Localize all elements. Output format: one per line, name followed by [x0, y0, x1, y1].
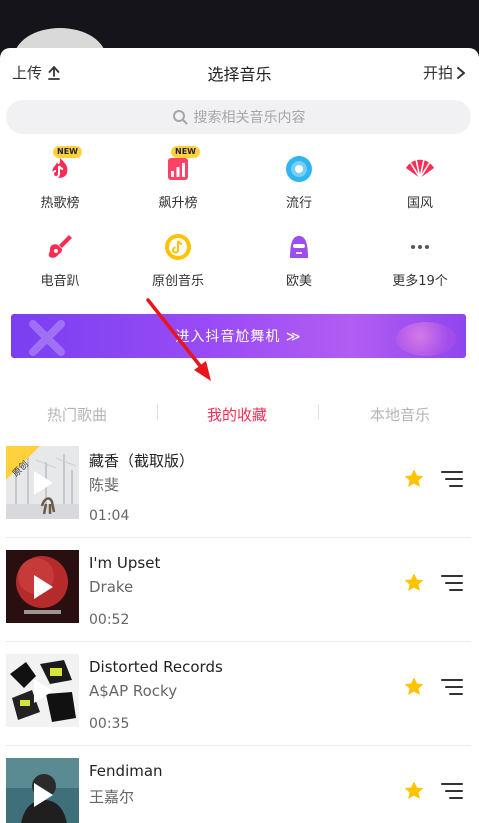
- category-western[interactable]: 欧美: [239, 222, 359, 294]
- tab-my-favorites[interactable]: 我的收藏: [162, 404, 312, 425]
- category-label: 流行: [285, 196, 312, 211]
- search-placeholder: 搜索相关音乐内容: [193, 110, 306, 126]
- rising-chart-icon: [168, 158, 188, 180]
- hot-chart-icon: [52, 158, 68, 178]
- electric-guitar-icon: [48, 235, 72, 258]
- song-row[interactable]: 原创 藏香（截取版） 陈斐 01:04: [0, 434, 479, 538]
- song-menu-icon[interactable]: [441, 574, 463, 592]
- song-menu-icon[interactable]: [441, 782, 463, 800]
- music-picker-sheet: 上传 选择音乐 开拍 搜索相关音乐内容 NEW 热歌榜 NEW 飙升榜 流行 国…: [0, 48, 479, 823]
- song-menu-icon[interactable]: [441, 678, 463, 696]
- western-singer-icon: [290, 236, 308, 258]
- favorite-star-icon[interactable]: [403, 676, 425, 698]
- original-music-icon: [165, 234, 191, 260]
- search-icon: [172, 110, 187, 125]
- song-artist: A$AP Rocky: [89, 682, 178, 700]
- category-label: 热歌榜: [40, 196, 80, 211]
- shoot-button[interactable]: 开拍: [423, 62, 467, 83]
- shoot-label: 开拍: [422, 64, 453, 82]
- category-label: 更多19个: [392, 274, 448, 289]
- tab-divider: [318, 404, 319, 420]
- dance-machine-banner[interactable]: 进入抖音尬舞机 ≫: [11, 314, 466, 358]
- favorite-star-icon[interactable]: [403, 780, 425, 802]
- category-grid: NEW 热歌榜 NEW 飙升榜 流行 国风 电音趴 原创音乐 欧美 更多19个: [0, 144, 479, 304]
- song-title: I'm Upset: [89, 554, 161, 572]
- category-pop[interactable]: 流行: [239, 144, 359, 216]
- new-badge: NEW: [53, 146, 82, 158]
- chinese-style-fan-icon: [406, 158, 434, 179]
- song-duration: 01:04: [89, 508, 130, 524]
- top-bar: 上传 选择音乐 开拍: [0, 48, 479, 94]
- category-original-music[interactable]: 原创音乐: [118, 222, 238, 294]
- banner-text: 进入抖音尬舞机 ≫: [175, 329, 302, 345]
- favorite-star-icon[interactable]: [403, 468, 425, 490]
- album-cover[interactable]: 原创: [6, 446, 79, 519]
- banner-orb-decoration: [396, 322, 456, 356]
- category-rising-chart[interactable]: NEW 飙升榜: [118, 144, 238, 216]
- song-row[interactable]: Fendiman 王嘉尔: [0, 746, 479, 823]
- pop-icon: [286, 156, 312, 182]
- chevron-right-icon: [457, 66, 465, 79]
- category-label: 欧美: [285, 274, 312, 289]
- search-input[interactable]: 搜索相关音乐内容: [6, 100, 471, 134]
- play-icon[interactable]: [32, 678, 54, 704]
- banner-decoration-icon: [29, 320, 65, 356]
- tab-local-music[interactable]: 本地音乐: [325, 404, 475, 425]
- album-cover[interactable]: [6, 654, 79, 727]
- favorite-star-icon[interactable]: [403, 572, 425, 594]
- more-dots-icon: [411, 245, 429, 249]
- song-title: 藏香（截取版）: [89, 452, 195, 470]
- song-artist: 陈斐: [89, 476, 120, 494]
- song-row[interactable]: Distorted Records A$AP Rocky 00:35: [0, 642, 479, 746]
- tab-bar: 热门歌曲 我的收藏 本地音乐: [0, 396, 479, 432]
- song-menu-icon[interactable]: [441, 470, 463, 488]
- song-title: Fendiman: [89, 762, 163, 780]
- category-more[interactable]: 更多19个: [360, 222, 479, 294]
- song-artist: 王嘉尔: [89, 788, 135, 806]
- song-duration: 00:35: [89, 716, 130, 732]
- new-badge: NEW: [171, 146, 200, 158]
- play-icon[interactable]: [32, 574, 54, 600]
- song-row[interactable]: I'm Upset Drake 00:52: [0, 538, 479, 642]
- tab-hot-songs[interactable]: 热门歌曲: [2, 404, 152, 425]
- album-cover[interactable]: [6, 758, 79, 823]
- category-label: 原创音乐: [151, 274, 204, 289]
- category-hot-chart[interactable]: NEW 热歌榜: [0, 144, 120, 216]
- category-chinese-style[interactable]: 国风: [360, 144, 479, 216]
- song-title: Distorted Records: [89, 658, 223, 676]
- category-label: 飙升榜: [158, 196, 198, 211]
- song-duration: 00:52: [89, 612, 130, 628]
- page-title: 选择音乐: [207, 65, 272, 84]
- category-edm[interactable]: 电音趴: [0, 222, 120, 294]
- category-label: 国风: [406, 196, 433, 211]
- play-icon[interactable]: [32, 470, 54, 496]
- song-artist: Drake: [89, 578, 134, 596]
- tab-divider: [157, 404, 158, 420]
- category-label: 电音趴: [40, 274, 80, 289]
- album-cover[interactable]: [6, 550, 79, 623]
- play-icon[interactable]: [32, 782, 54, 808]
